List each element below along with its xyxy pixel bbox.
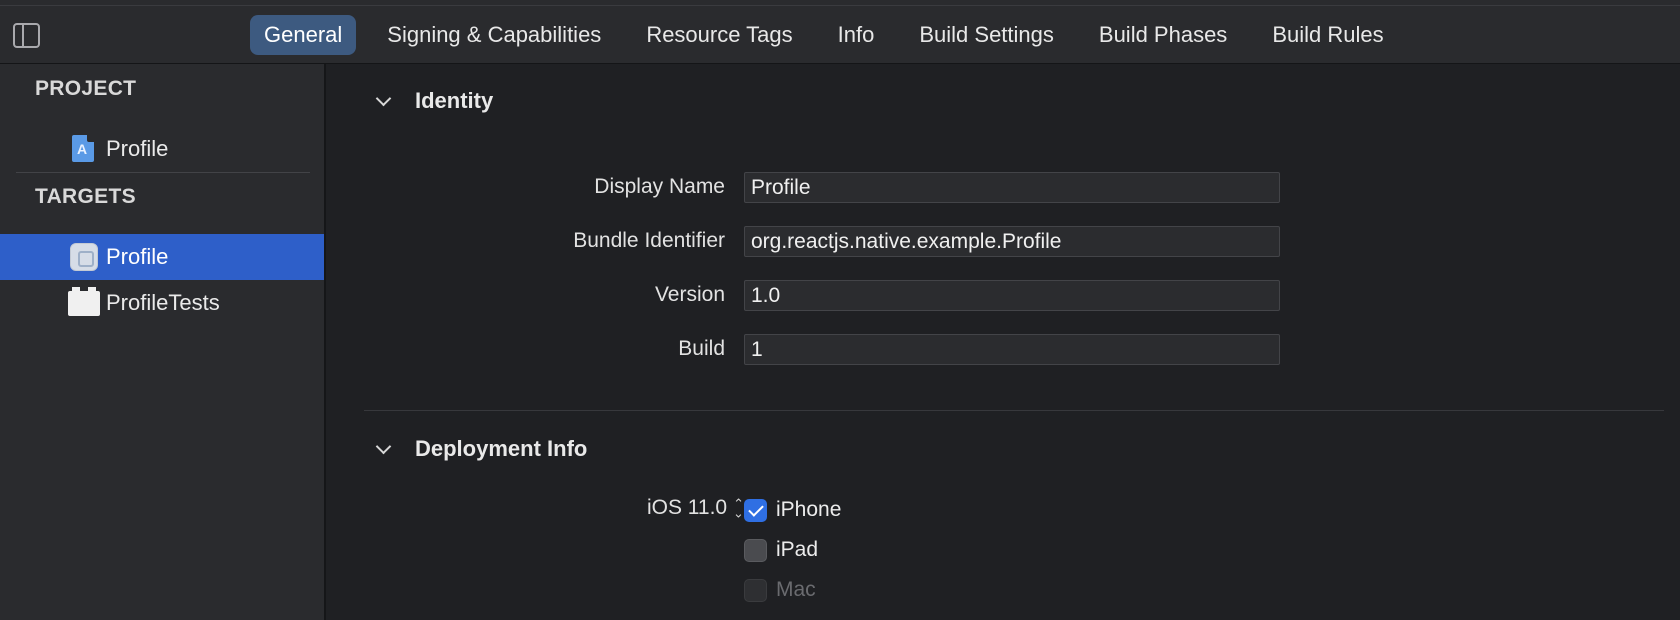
mac-checkbox xyxy=(744,578,767,602)
sidebar-toggle-icon[interactable] xyxy=(13,23,40,48)
project-header: PROJECT xyxy=(35,77,137,100)
ios-version-popup[interactable]: iOS 11.0 ⌃ ⌃ xyxy=(647,496,744,520)
build-label: Build xyxy=(678,337,725,360)
bundle-identifier-label: Bundle Identifier xyxy=(573,229,725,252)
device-label: iPad xyxy=(776,538,819,561)
iphone-checkbox[interactable] xyxy=(744,498,767,522)
tab-info[interactable]: Info xyxy=(824,15,889,55)
device-label: iPhone xyxy=(776,498,842,521)
general-settings-panel: Identity Display Name Bundle Identifier … xyxy=(328,64,1680,620)
ios-version-label: iOS 11.0 xyxy=(646,496,728,519)
device-iphone-row[interactable]: iPhone xyxy=(744,498,841,522)
tab-build-phases[interactable]: Build Phases xyxy=(1085,15,1241,55)
sidebar-item-target-profile[interactable]: Profile xyxy=(0,234,324,280)
section-divider xyxy=(364,410,1664,411)
tab-signing-capabilities[interactable]: Signing & Capabilities xyxy=(373,15,615,55)
display-name-label: Display Name xyxy=(594,175,725,198)
targets-header: TARGETS xyxy=(35,185,136,208)
deployment-section-header[interactable]: Deployment Info xyxy=(328,436,587,462)
test-bundle-icon xyxy=(68,287,100,316)
tab-build-rules[interactable]: Build Rules xyxy=(1258,15,1397,55)
bundle-identifier-field[interactable] xyxy=(744,226,1280,257)
app-icon xyxy=(70,243,98,271)
chevron-down-icon[interactable] xyxy=(375,90,392,106)
version-field[interactable] xyxy=(744,280,1280,311)
sidebar-item-label: Profile xyxy=(106,136,169,161)
sidebar-item-target-profiletests[interactable]: ProfileTests xyxy=(0,280,324,326)
device-label: Mac xyxy=(776,578,816,601)
updown-arrows-icon: ⌃ ⌃ xyxy=(733,496,744,520)
editor-tab-bar: General Signing & Capabilities Resource … xyxy=(0,6,1680,64)
tab-general[interactable]: General xyxy=(250,15,357,55)
project-target-sidebar: PROJECT Profile TARGETS Profile ProfileT… xyxy=(0,64,326,620)
build-field[interactable] xyxy=(744,334,1280,365)
chevron-down-icon[interactable] xyxy=(375,438,392,454)
display-name-field[interactable] xyxy=(744,172,1280,203)
device-ipad-row[interactable]: iPad xyxy=(744,538,818,562)
xcode-project-icon xyxy=(72,135,94,162)
tabs: General Signing & Capabilities Resource … xyxy=(250,15,1415,55)
sidebar-item-project-profile[interactable]: Profile xyxy=(0,126,324,172)
device-mac-row: Mac xyxy=(744,578,816,602)
identity-section-header[interactable]: Identity xyxy=(328,88,493,114)
tab-build-settings[interactable]: Build Settings xyxy=(905,15,1068,55)
sidebar-item-label: Profile xyxy=(106,244,169,269)
section-title: Identity xyxy=(415,88,494,113)
section-title: Deployment Info xyxy=(415,436,588,461)
sidebar-item-label: ProfileTests xyxy=(106,290,220,315)
sidebar-divider xyxy=(16,172,310,173)
ipad-checkbox[interactable] xyxy=(744,538,767,562)
tab-resource-tags[interactable]: Resource Tags xyxy=(632,15,806,55)
version-label: Version xyxy=(654,283,725,306)
